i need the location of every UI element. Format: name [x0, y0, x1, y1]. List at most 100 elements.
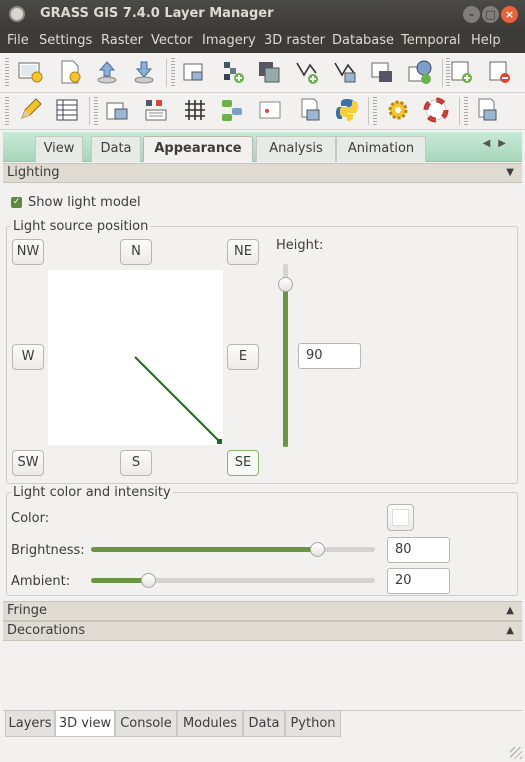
georectify-icon[interactable]	[104, 97, 130, 123]
collapse-down-arrow-icon[interactable]: ▼	[506, 164, 514, 182]
color-swatch	[392, 509, 409, 526]
toolbar-grip[interactable]	[94, 97, 98, 125]
ambient-slider-knob[interactable]	[141, 573, 156, 588]
tab-scroll-arrows[interactable]: ◀▶	[483, 138, 514, 149]
expand-up-arrow-icon[interactable]: ▲	[506, 622, 514, 640]
add-web-service-icon[interactable]	[407, 59, 433, 85]
lighting-header[interactable]: Lighting ▼	[3, 163, 522, 183]
layer-manager-bottom-tabs: Layers 3D view Console Modules Data Pyth…	[3, 710, 522, 738]
direction-sw-button[interactable]: SW	[12, 450, 44, 476]
status-bar	[0, 738, 525, 762]
tab-data-bottom[interactable]: Data	[243, 711, 285, 737]
close-button[interactable]: ×	[501, 6, 518, 23]
appearance-panel: Lighting ▼ ✓ Show light model Light sour…	[3, 162, 522, 710]
add-group-icon[interactable]	[449, 59, 475, 85]
save-workspace-icon[interactable]	[131, 59, 157, 85]
print-icon[interactable]	[257, 97, 283, 123]
add-vector-icon[interactable]	[294, 59, 320, 85]
tab-modules[interactable]: Modules	[177, 711, 243, 737]
script-icon[interactable]	[296, 97, 322, 123]
toolbar-grip[interactable]	[464, 97, 468, 125]
add-rgb-icon[interactable]	[220, 59, 246, 85]
menu-database[interactable]: Database	[332, 33, 394, 48]
ambient-slider[interactable]	[91, 578, 375, 583]
show-light-model-label: Show light model	[28, 195, 141, 210]
brightness-slider-knob[interactable]	[310, 542, 325, 557]
ambient-value-field[interactable]: 20	[387, 568, 450, 594]
new-workspace-icon[interactable]	[57, 59, 83, 85]
tab-python[interactable]: Python	[285, 711, 341, 737]
brightness-label: Brightness:	[11, 543, 85, 558]
expand-up-arrow-icon[interactable]: ▲	[506, 602, 514, 620]
direction-e-button[interactable]: E	[227, 344, 259, 370]
graphical-modeler-icon[interactable]	[143, 97, 169, 123]
light-position-canvas[interactable]	[48, 270, 223, 445]
light-source-position-label: Light source position	[11, 219, 151, 234]
grid-icon[interactable]	[182, 97, 208, 123]
tab-console[interactable]: Console	[115, 711, 177, 737]
toolbar-grip[interactable]	[5, 97, 9, 125]
color-label: Color:	[11, 511, 50, 526]
help-lifebuoy-icon[interactable]	[423, 97, 449, 123]
decorations-header[interactable]: Decorations ▲	[3, 621, 522, 641]
tab-animation[interactable]: Animation	[336, 136, 426, 162]
layer-manager-3d-tabs: View Data Appearance Analysis Animation …	[3, 132, 522, 162]
ambient-label: Ambient:	[11, 574, 71, 589]
direction-nw-button[interactable]: NW	[12, 239, 44, 265]
height-value-field[interactable]: 90	[298, 343, 361, 369]
add-raster-icon[interactable]	[181, 59, 207, 85]
title-bar: GRASS GIS 7.4.0 Layer Manager – □ ×	[0, 0, 525, 29]
menu-imagery[interactable]: Imagery	[202, 33, 256, 48]
direction-n-button[interactable]: N	[120, 239, 152, 265]
python-icon[interactable]	[334, 97, 360, 123]
tab-appearance[interactable]: Appearance	[143, 136, 253, 162]
display-map-icon[interactable]	[17, 59, 43, 85]
main-toolbar	[0, 53, 525, 93]
tools-toolbar	[0, 93, 525, 130]
tab-view[interactable]: View	[35, 136, 83, 162]
menu-3d-raster[interactable]: 3D raster	[264, 33, 325, 48]
light-color-button[interactable]	[387, 504, 414, 531]
tab-data[interactable]: Data	[91, 136, 141, 162]
window-title: GRASS GIS 7.4.0 Layer Manager	[40, 6, 274, 21]
settings-gear-icon[interactable]	[385, 97, 411, 123]
direction-w-button[interactable]: W	[12, 344, 44, 370]
remove-layer-icon[interactable]	[487, 59, 513, 85]
edit-vector-icon[interactable]	[17, 97, 43, 123]
menu-help[interactable]: Help	[471, 33, 501, 48]
add-shaded-icon[interactable]	[256, 59, 282, 85]
minimize-button[interactable]: –	[463, 6, 480, 23]
height-label: Height:	[276, 238, 324, 253]
direction-se-button[interactable]: SE	[227, 450, 259, 476]
add-overlay-icon[interactable]	[369, 59, 395, 85]
toolbar-grip[interactable]	[171, 58, 175, 88]
resize-grip-icon[interactable]	[510, 747, 522, 759]
tab-layers[interactable]: Layers	[5, 711, 55, 737]
height-slider-fill	[283, 284, 288, 447]
load-workspace-icon[interactable]	[94, 59, 120, 85]
menu-settings[interactable]: Settings	[39, 33, 92, 48]
decorations-header-label: Decorations	[7, 623, 86, 638]
tab-analysis[interactable]: Analysis	[256, 136, 336, 162]
menu-vector[interactable]: Vector	[151, 33, 192, 48]
gui-modules-icon[interactable]	[219, 97, 245, 123]
brightness-slider[interactable]	[91, 547, 375, 552]
lighting-header-label: Lighting	[7, 165, 60, 180]
attribute-table-icon[interactable]	[54, 97, 80, 123]
direction-ne-button[interactable]: NE	[227, 239, 259, 265]
fringe-header[interactable]: Fringe ▲	[3, 601, 522, 621]
menu-file[interactable]: File	[7, 33, 29, 48]
height-slider-knob[interactable]	[278, 277, 293, 292]
brightness-value-field[interactable]: 80	[387, 537, 450, 563]
maximize-button[interactable]: □	[482, 6, 499, 23]
tab-3d-view[interactable]: 3D view	[55, 711, 115, 737]
toolbar-grip[interactable]	[373, 97, 377, 125]
quit-icon[interactable]	[473, 97, 499, 123]
menu-temporal[interactable]: Temporal	[401, 33, 461, 48]
add-vector-thematic-icon[interactable]	[332, 59, 358, 85]
light-color-intensity-label: Light color and intensity	[11, 485, 173, 500]
direction-s-button[interactable]: S	[120, 450, 152, 476]
menu-raster[interactable]: Raster	[101, 33, 143, 48]
toolbar-grip[interactable]	[5, 58, 9, 88]
show-light-model-checkbox[interactable]: ✓	[11, 197, 22, 208]
